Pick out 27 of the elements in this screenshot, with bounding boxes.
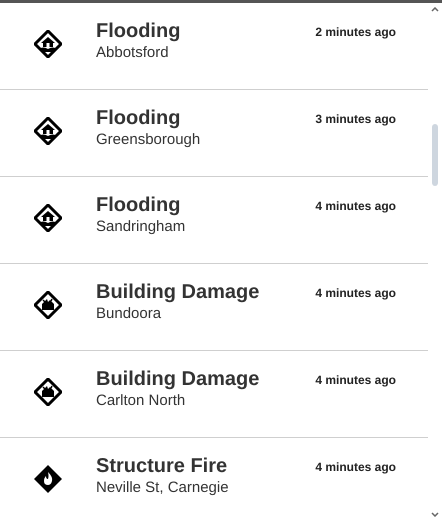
incident-title: Structure Fire — [96, 454, 228, 478]
incident-time: 3 minutes ago — [315, 112, 396, 126]
house-flood-icon — [34, 30, 62, 58]
incident-location: Greensborough — [96, 130, 202, 150]
incident-location: Bundoora — [96, 304, 162, 324]
incident-time: 4 minutes ago — [315, 286, 396, 300]
incident-title: Building Damage — [96, 367, 260, 391]
incident-title: Building Damage — [96, 280, 260, 304]
incident-time: 4 minutes ago — [315, 199, 396, 213]
flame-icon — [34, 465, 62, 493]
damaged-house-icon — [34, 378, 62, 406]
incident-time: 4 minutes ago — [315, 373, 396, 387]
scrollbar-thumb[interactable] — [432, 124, 438, 186]
incident-title: Flooding — [96, 19, 182, 43]
incident-title: Flooding — [96, 106, 182, 130]
incident-location: Sandringham — [96, 217, 186, 237]
incident-title: Flooding — [96, 193, 182, 217]
house-flood-icon — [34, 117, 62, 145]
incident-time: 2 minutes ago — [315, 25, 396, 39]
incident-location: Abbotsford — [96, 43, 170, 63]
incident-time: 4 minutes ago — [315, 460, 396, 474]
incident-location: Carlton North — [96, 391, 186, 411]
scroll-down-icon[interactable] — [431, 512, 439, 517]
scroll-up-icon[interactable] — [431, 7, 439, 12]
damaged-house-icon — [34, 291, 62, 319]
incident-location: Neville St, Carnegie — [96, 478, 230, 498]
house-flood-icon — [34, 204, 62, 232]
